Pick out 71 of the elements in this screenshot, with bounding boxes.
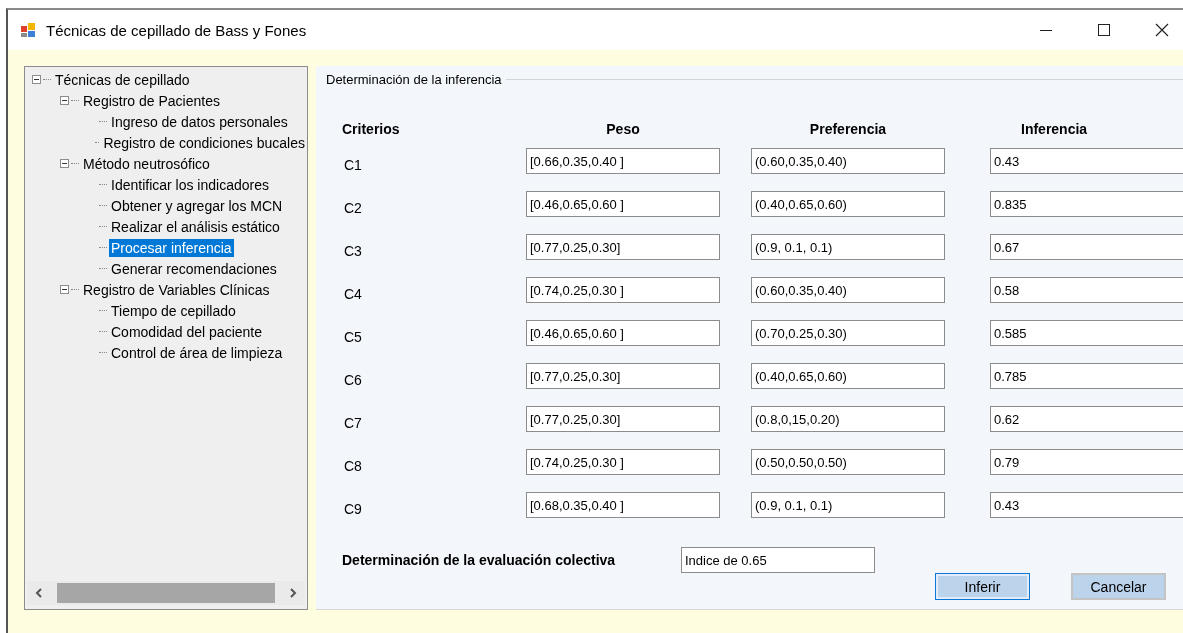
tree-item[interactable]: Obtener y agregar los MCN <box>109 196 285 215</box>
preferencia-field[interactable]: (0.8,0,15,0.20) <box>751 406 945 432</box>
tree-item[interactable]: Tiempo de cepillado <box>109 301 238 320</box>
collapse-icon[interactable] <box>60 96 69 105</box>
tree-item[interactable]: Método neutrosófico <box>81 154 212 173</box>
criterion-label: C9 <box>343 500 363 517</box>
peso-field[interactable]: [0.46,0.65,0.60 ] <box>526 191 720 217</box>
tree-item[interactable]: Técnicas de cepillado <box>53 70 192 89</box>
inferencia-field[interactable]: 0.67 <box>990 234 1183 260</box>
column-header: Inferencia <box>1020 121 1089 137</box>
scroll-left-icon[interactable] <box>35 588 43 598</box>
infer-button[interactable]: Inferir <box>935 573 1030 600</box>
app-icon <box>20 22 36 38</box>
criterion-label: C1 <box>343 156 363 173</box>
criterion-label: C2 <box>343 199 363 216</box>
preferencia-field[interactable]: (0.70,0.25,0.30) <box>751 320 945 346</box>
criterion-label: C3 <box>343 242 363 259</box>
collapse-icon[interactable] <box>60 285 69 294</box>
peso-field[interactable]: [0.66,0.35,0.40 ] <box>526 148 720 174</box>
criterion-label: C7 <box>343 414 363 431</box>
column-header: Criterios <box>342 121 401 137</box>
tree-item[interactable]: Ingreso de datos personales <box>109 112 290 131</box>
peso-field[interactable]: [0.77,0.25,0.30] <box>526 363 720 389</box>
inferencia-field[interactable]: 0.43 <box>990 148 1183 174</box>
peso-field[interactable]: [0.74,0.25,0.30 ] <box>526 449 720 475</box>
inferencia-field[interactable]: 0.58 <box>990 277 1183 303</box>
column-header: Peso <box>605 121 641 137</box>
tree-item[interactable]: Comodidad del paciente <box>109 322 264 341</box>
cancel-button[interactable]: Cancelar <box>1071 573 1166 600</box>
tree-item[interactable]: Registro de Pacientes <box>81 91 222 110</box>
preferencia-field[interactable]: (0.60,0.35,0.40) <box>751 148 945 174</box>
collapse-icon[interactable] <box>32 75 41 84</box>
preferencia-field[interactable]: (0.50,0.50,0.50) <box>751 449 945 475</box>
collective-field[interactable]: Indice de 0.65 <box>681 547 875 573</box>
peso-field[interactable]: [0.74,0.25,0.30 ] <box>526 277 720 303</box>
maximize-icon[interactable] <box>1097 23 1111 37</box>
inferencia-field[interactable]: 0.835 <box>990 191 1183 217</box>
inferencia-field[interactable]: 0.585 <box>990 320 1183 346</box>
preferencia-field[interactable]: (0.9, 0.1, 0.1) <box>751 492 945 518</box>
column-header: Preferencia <box>808 121 888 137</box>
collective-label: Determinación de la evaluación colectiva <box>342 552 617 568</box>
peso-field[interactable]: [0.77,0.25,0.30] <box>526 406 720 432</box>
close-icon[interactable] <box>1155 23 1169 37</box>
tree-item[interactable]: Realizar el análisis estático <box>109 217 282 236</box>
peso-field[interactable]: [0.46,0.65,0.60 ] <box>526 320 720 346</box>
tree-item[interactable]: Identificar los indicadores <box>109 175 271 194</box>
preferencia-field[interactable]: (0.60,0.35,0.40) <box>751 277 945 303</box>
inferencia-field[interactable]: 0.785 <box>990 363 1183 389</box>
preferencia-field[interactable]: (0.9, 0.1, 0.1) <box>751 234 945 260</box>
peso-field[interactable]: [0.77,0.25,0.30] <box>526 234 720 260</box>
tree-item[interactable]: Procesar inferencia <box>109 238 234 257</box>
horizontal-scrollbar[interactable] <box>27 581 305 605</box>
inferencia-field[interactable]: 0.79 <box>990 449 1183 475</box>
criterion-label: C8 <box>343 457 363 474</box>
scroll-right-icon[interactable] <box>289 588 297 598</box>
window-title: Técnicas de cepillado de Bass y Fones <box>46 21 307 39</box>
criterion-label: C5 <box>343 328 363 345</box>
group-title: Determinación de la inferencia <box>326 72 502 87</box>
peso-field[interactable]: [0.68,0.35,0.40 ] <box>526 492 720 518</box>
collapse-icon[interactable] <box>60 159 69 168</box>
inferencia-field[interactable]: 0.62 <box>990 406 1183 432</box>
scrollbar-thumb[interactable] <box>57 583 275 603</box>
preferencia-field[interactable]: (0.40,0.65,0.60) <box>751 191 945 217</box>
inferencia-field[interactable]: 0.43 <box>990 492 1183 518</box>
tree-item[interactable]: Registro de condiciones bucales <box>101 133 307 152</box>
criterion-label: C4 <box>343 285 363 302</box>
criterion-label: C6 <box>343 371 363 388</box>
tree-item[interactable]: Control de área de limpieza <box>109 343 285 362</box>
tree-item[interactable]: Generar recomendaciones <box>109 259 279 278</box>
preferencia-field[interactable]: (0.40,0.65,0.60) <box>751 363 945 389</box>
tree-item[interactable]: Registro de Variables Clínicas <box>81 280 272 299</box>
